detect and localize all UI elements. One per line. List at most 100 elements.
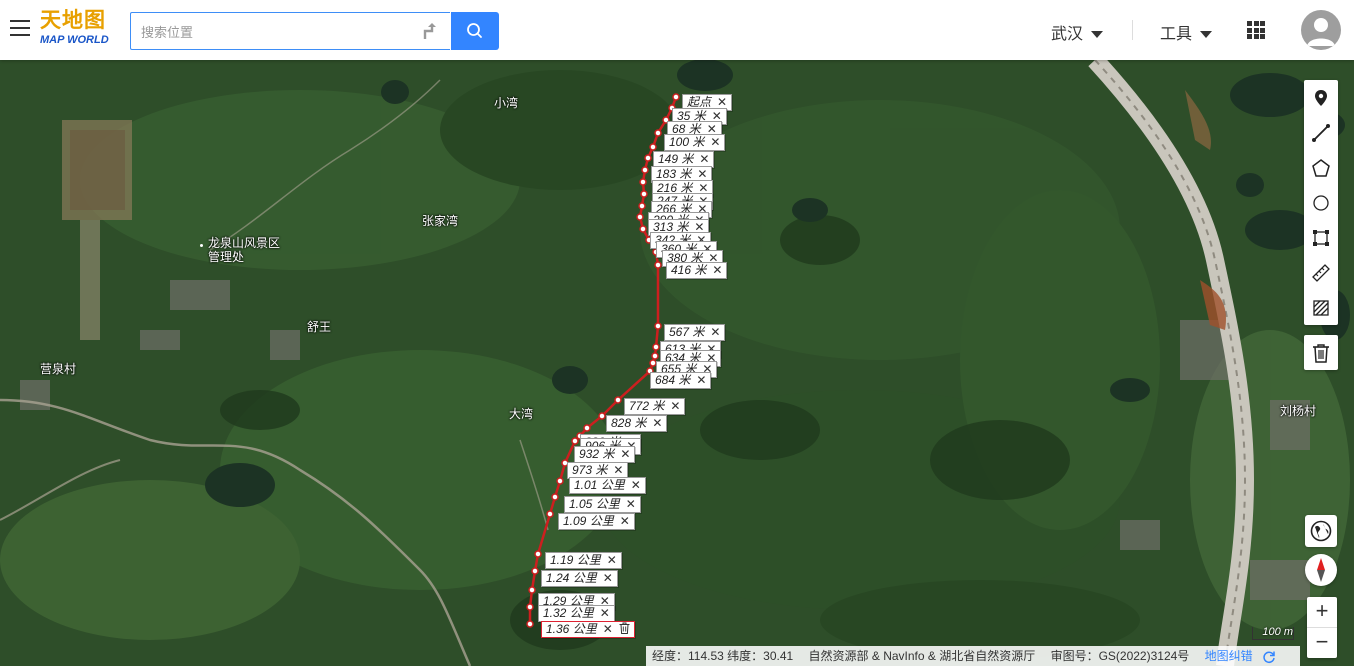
polygon-tool[interactable]	[1304, 150, 1338, 185]
map-correction-link[interactable]: 地图纠错	[1205, 649, 1253, 663]
close-icon[interactable]: ✕	[670, 399, 680, 413]
route-vertex[interactable]	[652, 343, 660, 351]
circle-tool[interactable]	[1304, 185, 1338, 220]
line-tool[interactable]	[1304, 115, 1338, 150]
measure-distance-text: 起点	[687, 95, 712, 109]
measure-distance-text: 1.05 公里	[569, 497, 620, 511]
close-icon[interactable]: ✕	[600, 606, 610, 620]
map-canvas[interactable]: 小湾 张家湾 龙泉山风景区 管理处 舒王 营泉村 大湾 刘杨村 起点 ✕ 35 米 ✕…	[0, 60, 1354, 666]
measure-distance-text: 1.24 公里	[546, 571, 597, 585]
tools-menu[interactable]: 工具	[1160, 20, 1213, 44]
city-label: 武汉	[1051, 26, 1084, 43]
measure-distance-text: 1.09 公里	[563, 514, 614, 528]
trash-icon[interactable]	[619, 622, 630, 638]
globe-icon	[1310, 520, 1332, 542]
close-icon[interactable]: ✕	[696, 373, 706, 387]
route-vertex[interactable]	[651, 352, 659, 360]
route-vertex[interactable]	[649, 143, 657, 151]
route-vertex[interactable]	[641, 166, 649, 174]
route-vertex[interactable]	[638, 202, 646, 210]
route-vertex[interactable]	[654, 322, 662, 330]
measure-label: 932 米 ✕	[574, 446, 636, 463]
route-vertex[interactable]	[598, 412, 606, 420]
measure-label: 1.36 公里 ✕	[541, 621, 635, 638]
zoom-control: + −	[1307, 597, 1337, 658]
zoom-out-button[interactable]: −	[1307, 628, 1337, 658]
route-vertex[interactable]	[528, 586, 536, 594]
zoom-in-button[interactable]: +	[1307, 597, 1337, 627]
header-divider	[1132, 20, 1133, 40]
measure-distance-text: 932 米	[579, 447, 615, 461]
route-vertex[interactable]	[583, 424, 591, 432]
rectangle-icon	[1313, 229, 1329, 246]
measure-label: 567 米 ✕	[664, 324, 726, 341]
route-vertex[interactable]	[654, 261, 662, 269]
search-box	[130, 12, 450, 51]
marker-tool[interactable]	[1304, 80, 1338, 115]
rectangle-tool[interactable]	[1304, 220, 1338, 255]
measure-label: 1.32 公里 ✕	[538, 605, 615, 622]
route-vertex[interactable]	[639, 178, 647, 186]
area-tool[interactable]	[1304, 290, 1338, 325]
close-icon[interactable]: ✕	[652, 416, 662, 430]
close-icon[interactable]: ✕	[697, 167, 707, 181]
clear-button[interactable]	[1304, 335, 1338, 370]
route-vertex[interactable]	[640, 190, 648, 198]
user-avatar[interactable]	[1301, 10, 1341, 50]
place-liuyangcun: 刘杨村	[1280, 404, 1317, 418]
route-vertex[interactable]	[526, 603, 534, 611]
close-icon[interactable]: ✕	[710, 135, 720, 149]
close-icon[interactable]: ✕	[717, 95, 727, 109]
caret-down-icon	[1091, 31, 1104, 39]
route-icon[interactable]	[420, 22, 438, 40]
route-vertex[interactable]	[654, 129, 662, 137]
close-icon[interactable]: ✕	[620, 514, 630, 528]
measure-distance-text: 1.19 公里	[550, 553, 601, 567]
attribution-text: 自然资源部 & NavInfo & 湖北省自然资源厅	[808, 649, 1036, 663]
route-vertex[interactable]	[639, 225, 647, 233]
close-icon[interactable]: ✕	[620, 447, 630, 461]
route-vertex[interactable]	[556, 477, 564, 485]
close-icon[interactable]: ✕	[626, 497, 636, 511]
compass-button[interactable]	[1305, 554, 1337, 586]
route-vertex[interactable]	[551, 493, 559, 501]
search-input[interactable]	[131, 13, 413, 51]
logo-text-en: MAP WORLD	[40, 34, 109, 46]
close-icon[interactable]: ✕	[603, 622, 613, 636]
close-icon[interactable]: ✕	[699, 152, 709, 166]
city-selector[interactable]: 武汉	[1051, 20, 1104, 44]
place-yingquancun: 营泉村	[40, 362, 77, 376]
measure-label: 100 米 ✕	[664, 134, 726, 151]
close-icon[interactable]: ✕	[607, 553, 617, 567]
close-icon[interactable]: ✕	[710, 325, 720, 339]
route-vertex[interactable]	[571, 437, 579, 445]
measure-label: 828 米 ✕	[606, 415, 668, 432]
measure-distance-text: 828 米	[611, 416, 647, 430]
route-vertex[interactable]	[534, 550, 542, 558]
measure-distance-text: 149 米	[658, 152, 694, 166]
menu-icon[interactable]	[10, 20, 30, 38]
route-vertex[interactable]	[526, 620, 534, 628]
map-footer: 经度：114.53 纬度：30.41 自然资源部 & NavInfo & 湖北省…	[646, 646, 1300, 666]
close-icon[interactable]: ✕	[613, 463, 623, 477]
globe-button[interactable]	[1305, 515, 1337, 547]
ruler-tool[interactable]	[1304, 255, 1338, 290]
route-vertex[interactable]	[546, 510, 554, 518]
route-vertex[interactable]	[636, 213, 644, 221]
measure-distance-text: 183 米	[656, 167, 692, 181]
close-icon[interactable]: ✕	[631, 478, 641, 492]
measure-distance-text: 973 米	[572, 463, 608, 477]
search-button[interactable]	[451, 12, 499, 50]
close-icon[interactable]: ✕	[712, 263, 722, 277]
route-vertex[interactable]	[644, 154, 652, 162]
logo-text-cn: 天地图	[40, 7, 106, 32]
route-vertex[interactable]	[531, 567, 539, 575]
apps-icon[interactable]	[1247, 21, 1265, 39]
route-vertex[interactable]	[614, 396, 622, 404]
close-icon[interactable]: ✕	[603, 571, 613, 585]
route-vertex[interactable]	[672, 93, 680, 101]
refresh-icon[interactable]	[1262, 650, 1276, 664]
tools-label: 工具	[1160, 26, 1193, 43]
logo[interactable]: 天地图 MAP WORLD	[40, 8, 118, 52]
place-xiaowan: 小湾	[494, 96, 519, 110]
